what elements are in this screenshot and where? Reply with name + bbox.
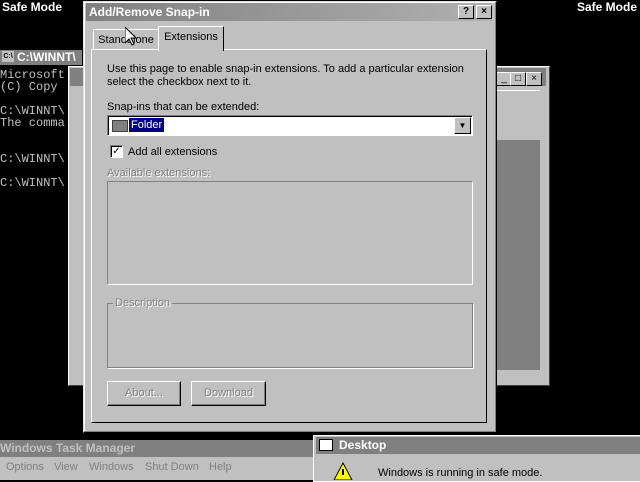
message-text: Windows is running in safe mode. bbox=[378, 467, 543, 479]
menu-item-windows[interactable]: Windows bbox=[89, 461, 134, 473]
help-button[interactable]: ? bbox=[458, 5, 474, 19]
console-line: The comma bbox=[0, 116, 65, 130]
description-group-label: Description bbox=[113, 297, 173, 309]
tab-extensions[interactable]: Extensions bbox=[158, 26, 224, 51]
add-all-extensions-checkbox[interactable]: ✓ bbox=[110, 145, 123, 158]
description-group bbox=[107, 303, 473, 368]
task-manager-menubar: Options View Windows Shut Down Help bbox=[0, 457, 315, 480]
desktop-icon bbox=[319, 439, 333, 451]
available-extensions-list[interactable] bbox=[107, 181, 473, 285]
menu-item-shut-down[interactable]: Shut Down bbox=[145, 461, 199, 473]
download-button[interactable]: Download bbox=[191, 381, 266, 406]
console-toolbar bbox=[496, 90, 540, 137]
instructions-line-1: Use this page to enable snap-in extensio… bbox=[107, 63, 464, 75]
available-extensions-label: Available extensions: bbox=[107, 167, 211, 179]
dialog-title: Add/Remove Snap-in bbox=[89, 5, 210, 19]
mouse-cursor-icon bbox=[125, 27, 137, 46]
about-button[interactable]: About... bbox=[107, 381, 181, 406]
close-button[interactable]: × bbox=[476, 5, 492, 19]
chevron-down-icon[interactable]: ▼ bbox=[454, 117, 471, 134]
console-line: C:\WINNT\ bbox=[0, 152, 65, 166]
console-line: (C) Copy bbox=[0, 80, 58, 94]
menu-item-options[interactable]: Options bbox=[6, 461, 44, 473]
console-line: C:\WINNT\ bbox=[0, 176, 65, 190]
dialog-titlebar[interactable]: Add/Remove Snap-in bbox=[86, 3, 492, 21]
warning-icon bbox=[333, 462, 353, 480]
console-icon: C:\ bbox=[2, 51, 14, 62]
maximize-icon[interactable]: □ bbox=[510, 72, 526, 86]
message-titlebar[interactable]: Desktop bbox=[316, 437, 640, 454]
menu-item-help[interactable]: Help bbox=[209, 461, 232, 473]
folder-icon bbox=[112, 120, 128, 132]
safe-mode-label-right: Safe Mode bbox=[576, 0, 637, 14]
menu-item-view[interactable]: View bbox=[54, 461, 78, 473]
message-title: Desktop bbox=[339, 438, 387, 452]
close-icon[interactable]: × bbox=[526, 72, 542, 86]
task-manager-title: Windows Task Manager bbox=[0, 441, 136, 455]
console-details-pane[interactable] bbox=[496, 140, 540, 370]
console-title: C:\WINNT\ bbox=[17, 50, 76, 64]
task-manager-titlebar[interactable]: Windows Task Manager bbox=[0, 440, 315, 457]
instructions-line-2: select the checkbox next to it. bbox=[107, 76, 252, 88]
add-all-extensions-label[interactable]: Add all extensions bbox=[128, 146, 217, 158]
snapins-selected-value: Folder bbox=[129, 118, 165, 132]
snapins-dropdown[interactable]: Folder ▼ bbox=[107, 115, 473, 136]
safe-mode-label-left: Safe Mode bbox=[2, 0, 63, 14]
snapins-label: Snap-ins that can be extended: bbox=[107, 101, 260, 113]
console-titlebar[interactable]: C:\ C:\WINNT\ bbox=[0, 50, 82, 65]
